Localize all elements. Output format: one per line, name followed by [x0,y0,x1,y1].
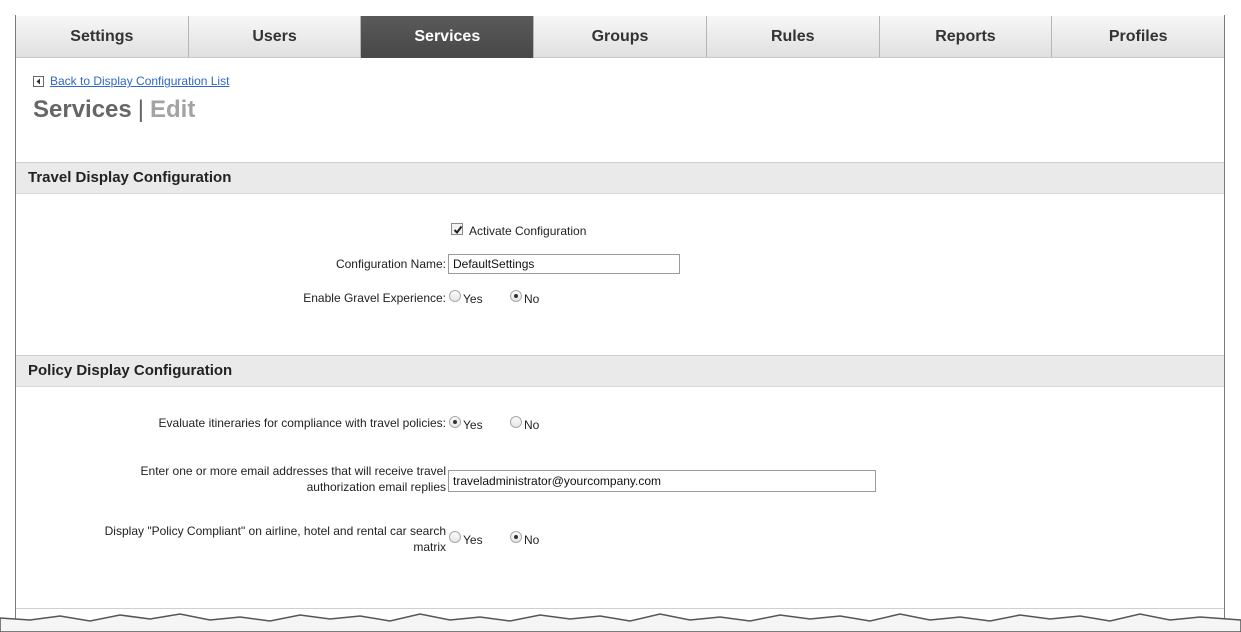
gravel-no-label: No [524,292,540,306]
policy-compliant-label-line2: matrix [413,540,446,554]
compliant-no-radio[interactable] [510,531,522,543]
activate-configuration-checkbox[interactable] [451,223,463,235]
compliant-yes-radio[interactable] [449,531,461,543]
tab-settings[interactable]: Settings [16,16,189,58]
tab-reports[interactable]: Reports [879,16,1053,58]
compliant-yes-label: Yes [463,533,483,547]
page-title-sub: Edit [150,96,196,123]
evaluate-no-radio[interactable] [510,416,522,428]
email-addresses-label-line2: authorization email replies [306,480,446,494]
evaluate-no-label: No [524,418,540,432]
gravel-no-radio[interactable] [510,290,522,302]
tab-services[interactable]: Services [361,16,535,58]
policy-display-section-header: Policy Display Configuration [16,355,1224,387]
email-addresses-label-line1: Enter one or more email addresses that w… [140,464,446,478]
back-arrow-icon[interactable] [33,75,44,87]
policy-compliant-label-line1: Display "Policy Compliant" on airline, h… [104,524,446,538]
tab-rules[interactable]: Rules [706,16,880,58]
checkmark-icon [453,225,463,235]
policy-compliant-label: Display "Policy Compliant" on airline, h… [20,523,446,555]
gravel-yes-label: Yes [463,292,483,306]
back-to-display-configuration-list-link[interactable]: Back to Display Configuration List [50,74,229,88]
back-link-container: Back to Display Configuration List [33,74,229,88]
configuration-name-label: Configuration Name: [335,257,446,271]
travel-display-section-header: Travel Display Configuration [16,162,1224,194]
tab-profiles[interactable]: Profiles [1052,16,1225,58]
enable-gravel-experience-label: Enable Gravel Experience: [303,291,446,305]
configuration-name-input[interactable] [448,254,680,274]
email-addresses-input[interactable] [448,470,876,492]
tab-users[interactable]: Users [188,16,362,58]
evaluate-yes-label: Yes [463,418,483,432]
page-title-main: Services [33,96,132,123]
compliant-no-label: No [524,533,540,547]
section-divider [16,608,1224,609]
evaluate-yes-radio[interactable] [449,416,461,428]
page-title-separator: | [137,96,144,123]
tab-groups[interactable]: Groups [534,16,707,58]
gravel-yes-radio[interactable] [449,290,461,302]
page-title: Services | Edit [33,96,195,124]
main-nav-tabs: Settings Users Services Groups Rules Rep… [16,16,1225,58]
evaluate-itineraries-label: Evaluate itineraries for compliance with… [158,416,446,430]
torn-edge [0,613,1241,632]
activate-configuration-label: Activate Configuration [469,224,587,238]
email-addresses-label: Enter one or more email addresses that w… [40,463,446,495]
